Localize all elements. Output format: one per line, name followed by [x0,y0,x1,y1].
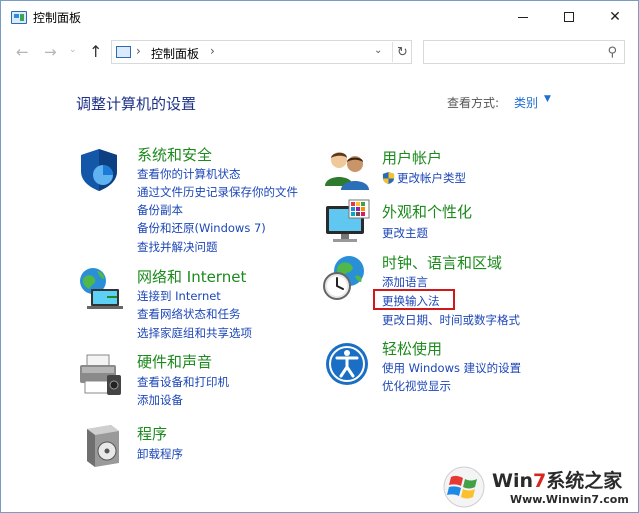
link-file-history[interactable]: 通过文件历史记录保存你的文件 [137,184,298,200]
close-button[interactable]: ✕ [592,1,638,33]
recent-locations-icon[interactable]: ⌄ [69,45,77,55]
forward-arrow-icon[interactable]: → [44,43,57,61]
search-icon[interactable]: ⚲ [607,45,617,60]
category-title-clock-language-region[interactable]: 时钟、语言和区域 [382,252,502,273]
control-panel-window: 控制面板 ✕ ← → ⌄ ↑ › 控制面板 › ⌄ ↻ ⚲ 调整计算机的设置 查… [0,0,639,513]
category-title-programs[interactable]: 程序 [137,423,167,444]
uac-shield-icon [382,171,395,185]
highlight-annotation-box [373,289,455,310]
view-by-caret-icon[interactable]: ▼ [544,94,551,104]
link-homegroup-sharing[interactable]: 选择家庭组和共享选项 [137,325,252,341]
navigation-bar: ← → ⌄ ↑ › 控制面板 › ⌄ ↻ ⚲ [1,39,638,65]
view-by-dropdown[interactable]: 类别 [514,94,538,111]
back-arrow-icon[interactable]: ← [16,43,29,61]
breadcrumb-separator-icon: › [136,44,141,58]
minimize-icon [518,16,528,18]
window-title: 控制面板 [33,11,82,25]
watermark-brand: Win7系统之家 [492,466,622,493]
users-icon [325,152,369,190]
monitor-palette-icon [326,199,370,242]
link-troubleshoot[interactable]: 查找并解决问题 [137,239,218,255]
up-arrow-icon[interactable]: ↑ [89,42,102,61]
globe-clock-icon [323,256,364,300]
link-devices-printers[interactable]: 查看设备和打印机 [137,374,229,390]
breadcrumb-separator-icon[interactable]: › [210,44,215,58]
link-backup-restore[interactable]: 备份和还原(Windows 7) [137,220,266,236]
watermark-brand-suffix: 系统之家 [546,470,623,492]
link-connect-internet[interactable]: 连接到 Internet [137,288,221,304]
category-title-ease-of-access[interactable]: 轻松使用 [382,338,442,359]
link-change-theme[interactable]: 更改主题 [382,225,428,241]
watermark: Win7系统之家 Www.Winwin7.com [442,463,636,511]
maximize-icon [564,12,574,22]
address-bar[interactable]: › 控制面板 › ⌄ ↻ [111,40,412,64]
control-panel-small-icon [116,46,131,58]
category-title-appearance[interactable]: 外观和个性化 [382,201,472,222]
link-network-status[interactable]: 查看网络状态和任务 [137,306,241,322]
watermark-brand-prefix: Win [492,470,533,492]
ease-of-access-icon [326,343,368,385]
page-title: 调整计算机的设置 [76,95,197,113]
link-windows-recommended-settings[interactable]: 使用 Windows 建议的设置 [382,360,521,376]
maximize-button[interactable] [546,1,592,33]
link-view-computer-status[interactable]: 查看你的计算机状态 [137,166,241,182]
link-backup-copy[interactable]: 备份副本 [137,202,183,218]
link-add-device[interactable]: 添加设备 [137,392,183,408]
shield-icon [81,149,117,191]
programs-box-icon [87,425,119,467]
category-title-system-security[interactable]: 系统和安全 [137,144,212,165]
close-icon: ✕ [609,9,621,25]
control-panel-icon [11,11,27,24]
category-title-hardware-sound[interactable]: 硬件和声音 [137,351,212,372]
category-title-user-accounts[interactable]: 用户帐户 [382,147,442,168]
link-change-account-type[interactable]: 更改帐户类型 [382,170,466,186]
minimize-button[interactable] [500,1,546,33]
link-change-account-type-label[interactable]: 更改帐户类型 [397,170,466,186]
search-input[interactable]: ⚲ [423,40,625,64]
category-title-network-internet[interactable]: 网络和 Internet [137,266,246,287]
watermark-brand-seven: 7 [533,470,547,492]
refresh-button[interactable]: ↻ [392,42,412,62]
link-optimize-visual-display[interactable]: 优化视觉显示 [382,378,451,394]
watermark-url: Www.Winwin7.com [510,493,629,506]
address-dropdown-icon[interactable]: ⌄ [374,45,382,56]
link-uninstall-program[interactable]: 卸载程序 [137,446,183,462]
refresh-icon: ↻ [397,44,408,60]
printer-icon [80,354,121,395]
link-change-date-time-format[interactable]: 更改日期、时间或数字格式 [382,312,520,328]
link-add-language[interactable]: 添加语言 [382,274,428,290]
view-by-label: 查看方式: [447,96,500,110]
title-bar: 控制面板 ✕ [1,1,638,33]
windows-logo-icon [443,466,485,508]
network-globe-icon [80,268,123,309]
breadcrumb-control-panel[interactable]: 控制面板 [151,45,199,62]
